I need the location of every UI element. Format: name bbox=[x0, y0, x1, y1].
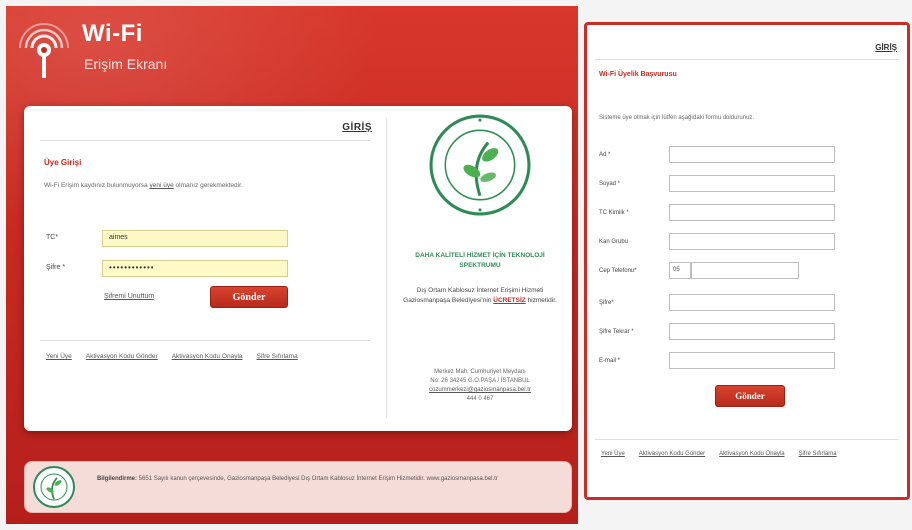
login-form-area: GİRİŞ Üye Girişi Wi-Fi Erişim kaydınız b… bbox=[24, 106, 384, 431]
footer-link-send-activation[interactable]: Aktivasyon Kodu Gönder bbox=[639, 451, 705, 457]
login-heading: GİRİŞ bbox=[342, 122, 372, 133]
blood-type-label: Kan Grubu bbox=[599, 239, 629, 245]
footer-link-reset-password[interactable]: Şifre Sıfırlama bbox=[257, 353, 298, 360]
tc-id-input[interactable] bbox=[669, 204, 835, 221]
phone-number-input[interactable] bbox=[691, 262, 799, 279]
email-label: E-mail * bbox=[599, 358, 621, 364]
divider bbox=[595, 59, 899, 60]
municipality-info: DAHA KALİTELİ HİZMET İÇİN TEKNOLOJİ SPEK… bbox=[388, 106, 572, 431]
first-name-label: Ad * bbox=[599, 152, 611, 158]
municipality-logo bbox=[429, 114, 531, 216]
password-repeat-label: Şifre Tekrar * bbox=[599, 329, 634, 335]
divider bbox=[40, 140, 370, 141]
blood-type-input[interactable] bbox=[669, 233, 835, 250]
login-submit-button[interactable]: Gönder bbox=[210, 286, 288, 308]
footer-link-confirm-activation[interactable]: Aktivasyon Kodu Onayla bbox=[172, 353, 243, 360]
wifi-antenna-icon bbox=[19, 23, 69, 78]
service-description: Dış Ortam Kablosuz İnternet Erişimi Hizm… bbox=[396, 286, 564, 306]
phone-prefix-input[interactable]: 05 bbox=[669, 262, 691, 279]
tc-input[interactable]: aimes bbox=[102, 230, 288, 247]
login-footer-links: Yeni Üye Aktivasyon Kodu Gönder Aktivasy… bbox=[46, 353, 298, 360]
intro-prefix: Wi-Fi Erişim kaydınız bulunmuyorsa bbox=[44, 182, 150, 189]
info-bar: Bilgilendirme: 5651 Sayılı kanun çerçeve… bbox=[24, 461, 572, 513]
divider bbox=[40, 340, 370, 341]
register-intro: Sisteme üye olmak için lütfen aşağıdaki … bbox=[599, 115, 755, 121]
section-title: Üye Girişi bbox=[44, 158, 82, 167]
address-block: Merkez Mah. Cumhuriyet Meydanı No: 26 34… bbox=[396, 368, 564, 404]
footer-link-reset-password[interactable]: Şifre Sıfırlama bbox=[799, 451, 837, 457]
register-password-input[interactable] bbox=[669, 294, 835, 311]
slogan: DAHA KALİTELİ HİZMET İÇİN TEKNOLOJİ SPEK… bbox=[415, 252, 545, 269]
forgot-password-link[interactable]: Şifremi Unuttum bbox=[104, 293, 154, 300]
password-repeat-input[interactable] bbox=[669, 323, 835, 340]
municipality-logo-small bbox=[33, 466, 75, 508]
address-line: Merkez Mah. Cumhuriyet Meydanı bbox=[434, 369, 526, 375]
phone-number: 444 0 467 bbox=[466, 396, 494, 402]
tc-id-label: TC Kimlik * bbox=[599, 210, 629, 216]
address-line: No: 26 34245 G.O.PAŞA / İSTANBUL bbox=[430, 378, 530, 384]
login-card: GİRİŞ Üye Girişi Wi-Fi Erişim kaydınız b… bbox=[24, 106, 572, 431]
info-text: Bilgilendirme: 5651 Sayılı kanun çerçeve… bbox=[97, 474, 563, 484]
tc-label: TC* bbox=[46, 234, 59, 241]
divider bbox=[595, 439, 899, 440]
email-input[interactable] bbox=[669, 352, 835, 369]
last-name-input[interactable] bbox=[669, 175, 835, 192]
free-label: ÜCRETSİZ bbox=[493, 297, 526, 304]
login-intro: Wi-Fi Erişim kaydınız bulunmuyorsa yeni … bbox=[44, 182, 243, 189]
page: Wi-Fi Erişim Ekranı GİRİŞ Üye Girişi Wi-… bbox=[0, 0, 912, 530]
card-divider bbox=[386, 118, 387, 418]
footer-link-confirm-activation[interactable]: Aktivasyon Kodu Onayla bbox=[719, 451, 784, 457]
password-label: Şifre* bbox=[599, 300, 614, 306]
registration-panel: GİRİŞ Wi-Fi Üyelik Başvurusu Sisteme üye… bbox=[584, 22, 910, 500]
new-member-link[interactable]: yeni üye bbox=[149, 182, 173, 189]
brand-title: Wi-Fi bbox=[82, 20, 143, 47]
password-input[interactable]: •••••••••••• bbox=[102, 260, 288, 277]
footer-link-new-member[interactable]: Yeni Üye bbox=[601, 451, 625, 457]
last-name-label: Soyad * bbox=[599, 181, 621, 187]
login-panel: Wi-Fi Erişim Ekranı GİRİŞ Üye Girişi Wi-… bbox=[6, 6, 578, 524]
register-heading: GİRİŞ bbox=[875, 43, 897, 52]
register-submit-button[interactable]: Gönder bbox=[715, 385, 785, 407]
register-footer-links: Yeni Üye Aktivasyon Kodu Gönder Aktivasy… bbox=[601, 451, 837, 457]
first-name-input[interactable] bbox=[669, 146, 835, 163]
footer-link-send-activation[interactable]: Aktivasyon Kodu Gönder bbox=[86, 353, 158, 360]
email-link[interactable]: cozummerkezi@gaziosmanpasa.bel.tr bbox=[396, 386, 564, 395]
password-label: Şifre * bbox=[46, 264, 66, 271]
mobile-phone-label: Cep Telefonu* bbox=[599, 268, 637, 274]
desc-suffix: hizmetidir. bbox=[525, 297, 557, 304]
intro-suffix: olmanız gerekmektedir. bbox=[173, 182, 243, 189]
info-bold: Bilgilendirme: bbox=[97, 476, 138, 482]
brand-subtitle: Erişim Ekranı bbox=[84, 56, 168, 72]
footer-link-new-member[interactable]: Yeni Üye bbox=[46, 353, 72, 360]
register-title: Wi-Fi Üyelik Başvurusu bbox=[599, 71, 677, 78]
info-body: 5651 Sayılı kanun çerçevesinde, Gaziosma… bbox=[137, 476, 498, 482]
